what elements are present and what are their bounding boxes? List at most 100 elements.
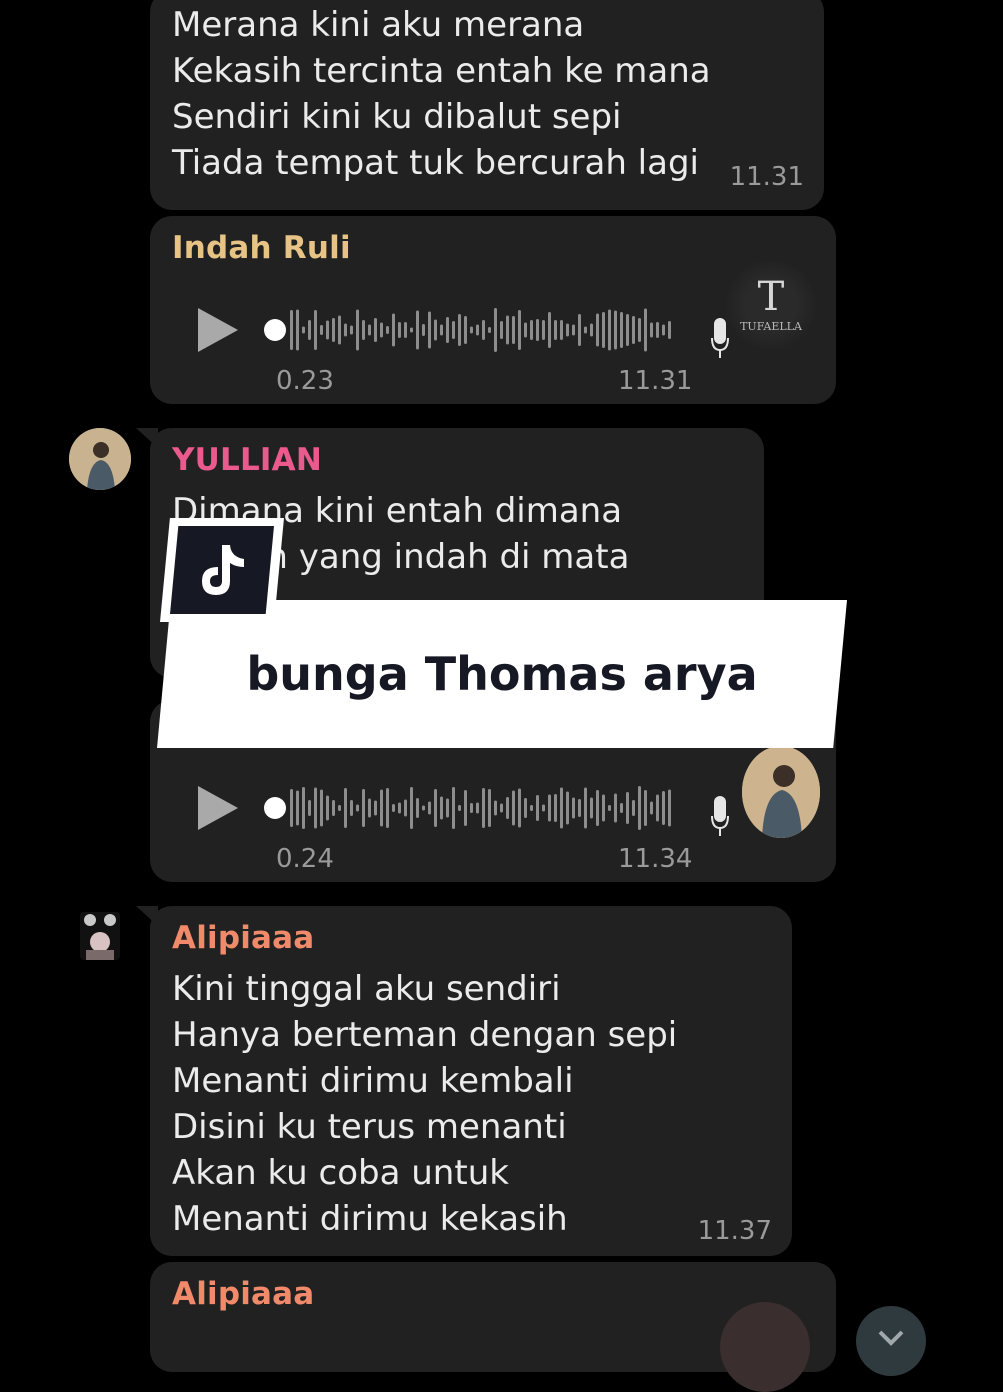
waveform-bar: [518, 310, 521, 350]
waveform-bar: [452, 787, 455, 829]
waveform-bar: [524, 798, 527, 818]
waveform-bar: [494, 308, 497, 352]
message-bubble[interactable]: Alipiaaa: [150, 1262, 836, 1392]
waveform-bar: [428, 311, 431, 349]
waveform-bar: [650, 801, 653, 815]
waveform-bar: [566, 323, 569, 337]
waveform-bar: [536, 319, 539, 341]
waveform-bar: [500, 803, 503, 813]
waveform-bar: [434, 319, 437, 341]
waveform-bar: [446, 798, 449, 818]
waveform-bar: [512, 316, 515, 344]
waveform-bar: [470, 326, 473, 334]
watermark-logo: T TUFAELLA: [726, 260, 816, 350]
waveform-bar: [620, 803, 623, 813]
sender-name: Alipiaaa: [172, 920, 315, 956]
caption-text: bunga Thomas arya: [246, 647, 758, 701]
avatar-voice-sender[interactable]: [720, 1302, 810, 1392]
waveform-bar: [620, 312, 623, 348]
waveform-bar: [398, 322, 401, 338]
play-icon[interactable]: [198, 308, 238, 352]
voice-player[interactable]: [198, 778, 676, 838]
waveform-bar: [326, 795, 329, 821]
waveform-bar: [668, 321, 671, 339]
scroll-down-button[interactable]: [856, 1306, 926, 1376]
sender-name: Alipiaaa: [172, 1276, 315, 1312]
waveform-bar: [356, 309, 359, 351]
seek-dot[interactable]: [264, 319, 286, 341]
waveform-bar: [302, 326, 305, 334]
play-icon[interactable]: [198, 786, 238, 830]
microphone-icon: [711, 318, 729, 358]
waveform-bar: [362, 320, 365, 340]
waveform-bar: [566, 791, 569, 825]
waveform-bar: [590, 797, 593, 819]
waveform-bar: [572, 797, 575, 819]
waveform-bar: [344, 788, 347, 828]
waveform-bar: [518, 788, 521, 828]
waveform-bar: [368, 798, 371, 818]
waveform-bar: [590, 323, 593, 337]
waveform-bar: [320, 789, 323, 827]
message-bubble[interactable]: Alipiaaa Kini tinggal aku sendiri Hanya …: [150, 906, 792, 1256]
waveform-bar: [662, 791, 665, 825]
waveform-bar: [554, 320, 557, 340]
waveform-bar: [290, 789, 293, 827]
voice-duration: 0.23: [276, 366, 334, 396]
waveform-bar: [362, 789, 365, 827]
waveform-bar: [632, 800, 635, 816]
message-bubble[interactable]: Merana kini aku merana Kekasih tercinta …: [150, 0, 824, 210]
waveform-bar: [644, 308, 647, 352]
waveform-bar: [476, 802, 479, 814]
waveform-bar: [584, 326, 587, 334]
waveform-bar: [662, 324, 665, 336]
waveform-bar: [440, 796, 443, 820]
waveform-bar: [476, 324, 479, 336]
avatar-alipiaaa[interactable]: [80, 912, 120, 960]
waveform-bar: [530, 805, 533, 811]
waveform-bar: [410, 787, 413, 829]
waveform-bar: [644, 790, 647, 826]
waveform-bar: [524, 322, 527, 338]
waveform-bar: [374, 800, 377, 816]
chevron-down-icon: [878, 1330, 904, 1346]
waveform-bar: [638, 318, 641, 342]
waveform-bar: [560, 787, 563, 829]
voice-player[interactable]: [198, 300, 676, 360]
waveform-bar: [554, 794, 557, 822]
waveform-bar: [386, 326, 389, 334]
waveform-bar: [500, 321, 503, 339]
waveform-bar: [494, 800, 497, 816]
waveform-bar: [416, 798, 419, 818]
seek-dot[interactable]: [264, 797, 286, 819]
waveform-bar: [314, 787, 317, 829]
waveform-bar: [404, 322, 407, 338]
voice-message-bubble[interactable]: Indah Ruli 0.23 11.31 T TUFAELLA: [150, 216, 836, 404]
avatar-yullian[interactable]: [69, 428, 131, 490]
waveform-bar: [506, 797, 509, 819]
waveform-bar: [488, 327, 491, 333]
waveform-bar: [290, 310, 293, 350]
avatar-voice-sender[interactable]: [742, 746, 820, 838]
waveform[interactable]: [290, 305, 676, 355]
caption-banner: bunga Thomas arya: [157, 600, 847, 748]
waveform-bar: [404, 799, 407, 817]
waveform-bar: [422, 805, 425, 811]
waveform-bar: [452, 321, 455, 339]
waveform-bar: [626, 792, 629, 824]
waveform-bar: [572, 324, 575, 336]
waveform-bar: [302, 787, 305, 829]
waveform-bar: [656, 794, 659, 822]
message-time: 11.31: [729, 162, 804, 192]
waveform-bar: [446, 317, 449, 343]
waveform-bar: [440, 324, 443, 336]
waveform[interactable]: [290, 783, 676, 833]
waveform-bar: [536, 795, 539, 821]
waveform-bar: [326, 320, 329, 340]
waveform-bar: [458, 314, 461, 346]
waveform-bar: [380, 322, 383, 338]
waveform-bar: [410, 327, 413, 333]
waveform-bar: [428, 801, 431, 815]
waveform-bar: [392, 313, 395, 347]
sender-name: YULLIAN: [172, 442, 322, 478]
